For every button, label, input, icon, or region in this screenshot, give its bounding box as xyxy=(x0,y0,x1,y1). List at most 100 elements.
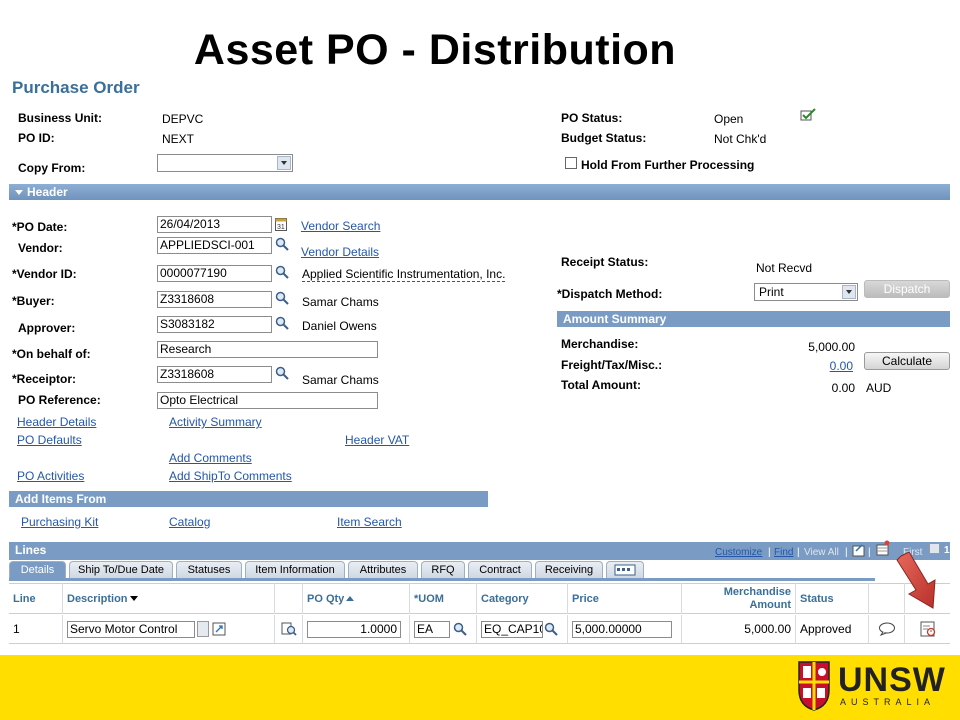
po-reference-label: PO Reference: xyxy=(18,393,101,407)
po-id-label: PO ID: xyxy=(18,131,55,145)
calculate-button[interactable]: Calculate xyxy=(864,352,950,370)
customize-link[interactable]: Customize xyxy=(715,547,762,558)
tab-ship-to-due-date[interactable]: Ship To/Due Date xyxy=(69,561,173,578)
tab-underline xyxy=(9,578,875,581)
description-input[interactable]: Servo Motor Control xyxy=(67,620,195,638)
row-description-cell: Servo Motor Control xyxy=(62,615,274,643)
vendor-name[interactable]: Applied Scientific Instrumentation, Inc. xyxy=(302,267,506,282)
copy-from-select[interactable] xyxy=(157,154,293,172)
tab-rfq[interactable]: RFQ xyxy=(421,561,465,578)
row-uom-cell: EA xyxy=(409,615,476,643)
find-link[interactable]: Find xyxy=(774,547,793,558)
search-icon[interactable] xyxy=(544,622,558,636)
item-search-link[interactable]: Item Search xyxy=(337,515,402,529)
row-qty-cell: 1.0000 xyxy=(302,615,409,643)
spin-button[interactable] xyxy=(197,621,209,637)
price-input[interactable]: 5,000.00000 xyxy=(572,620,672,638)
row-line: 1 xyxy=(13,622,20,636)
budget-status-value: Not Chk'd xyxy=(714,132,767,146)
calendar-icon[interactable]: 31 xyxy=(275,217,287,231)
show-all-columns-icon xyxy=(614,564,636,576)
vendor-input[interactable]: APPLIEDSCI-001 xyxy=(157,237,272,254)
unsw-crest-icon xyxy=(798,661,830,711)
header-vat-link[interactable]: Header VAT xyxy=(345,433,409,447)
vendor-id-input[interactable]: 0000077190 xyxy=(157,265,272,282)
receiptor-input[interactable]: Z3318608 xyxy=(157,366,272,383)
tab-contract[interactable]: Contract xyxy=(468,561,532,578)
catalog-link[interactable]: Catalog xyxy=(169,515,210,529)
dispatch-button[interactable]: Dispatch xyxy=(864,280,950,298)
row-status: Approved xyxy=(795,615,868,643)
tab-attributes[interactable]: Attributes xyxy=(348,561,418,578)
unsw-logo-subtitle: AUSTRALIA xyxy=(840,697,936,707)
search-icon[interactable] xyxy=(275,316,289,330)
dispatch-method-select[interactable]: Print xyxy=(754,283,858,301)
schedule-details-icon[interactable] xyxy=(920,621,936,637)
row-category-cell: EQ_CAP10 xyxy=(476,615,567,643)
tab-receiving[interactable]: Receiving xyxy=(535,561,603,578)
search-icon[interactable] xyxy=(275,265,289,279)
col-status: Status xyxy=(795,583,868,614)
po-activities-link[interactable]: PO Activities xyxy=(17,469,84,483)
approver-input[interactable]: S3083182 xyxy=(157,316,272,333)
header-section-bar[interactable]: Header xyxy=(9,184,950,200)
view-all-link[interactable]: View All xyxy=(804,547,839,558)
copy-from-label: Copy From: xyxy=(18,161,86,175)
purchasing-kit-link[interactable]: Purchasing Kit xyxy=(21,515,98,529)
header-details-link[interactable]: Header Details xyxy=(17,415,96,429)
add-shipto-comments-link[interactable]: Add ShipTo Comments xyxy=(169,469,292,483)
po-date-label: *PO Date: xyxy=(12,220,68,234)
add-items-bar[interactable]: Add Items From xyxy=(9,491,488,507)
tab-details[interactable]: Details xyxy=(9,561,66,578)
tab-item-information[interactable]: Item Information xyxy=(245,561,345,578)
row-price-cell: 5,000.00000 xyxy=(567,615,681,643)
activity-summary-link[interactable]: Activity Summary xyxy=(169,415,262,429)
search-icon[interactable] xyxy=(275,291,289,305)
freight-link[interactable]: 0.00 xyxy=(760,359,853,373)
search-icon[interactable] xyxy=(453,622,467,636)
item-lookup-icon[interactable] xyxy=(281,621,297,637)
buyer-name: Samar Chams xyxy=(302,295,379,309)
chevron-down-icon xyxy=(277,156,291,170)
vendor-id-label: *Vendor ID: xyxy=(12,267,77,281)
col-price: Price xyxy=(567,583,681,614)
col-description[interactable]: Description xyxy=(62,583,274,614)
separator: | xyxy=(797,547,800,558)
approver-name: Daniel Owens xyxy=(302,319,377,333)
grid-settings-icon[interactable] xyxy=(875,540,891,556)
row-merchandise-amount: 5,000.00 xyxy=(681,615,795,643)
add-comments-link[interactable]: Add Comments xyxy=(169,451,252,465)
slide-title: Asset PO - Distribution xyxy=(193,26,677,74)
buyer-input[interactable]: Z3318608 xyxy=(157,291,272,308)
on-behalf-input[interactable]: Research xyxy=(157,341,378,358)
hold-checkbox[interactable] xyxy=(565,157,577,169)
comment-bubble-icon[interactable] xyxy=(878,622,896,636)
chevron-down-icon xyxy=(842,285,856,299)
merchandise-value: 5,000.00 xyxy=(808,340,855,354)
tab-show-all-columns[interactable] xyxy=(606,561,644,578)
po-reference-input[interactable]: Opto Electrical xyxy=(157,392,378,409)
search-icon[interactable] xyxy=(275,237,289,251)
po-defaults-link[interactable]: PO Defaults xyxy=(17,433,82,447)
tab-statuses[interactable]: Statuses xyxy=(176,561,242,578)
category-input[interactable]: EQ_CAP10 xyxy=(481,620,543,638)
amount-summary-bar[interactable]: Amount Summary xyxy=(557,311,950,327)
vendor-details-link[interactable]: Vendor Details xyxy=(301,245,379,259)
download-icon[interactable] xyxy=(852,543,866,557)
approver-label: Approver: xyxy=(18,321,76,335)
uom-input[interactable]: EA xyxy=(414,620,450,638)
po-qty-input[interactable]: 1.0000 xyxy=(307,620,401,638)
expand-text-icon[interactable] xyxy=(212,622,226,636)
po-date-input[interactable]: 26/04/2013 xyxy=(157,216,272,233)
search-icon[interactable] xyxy=(275,366,289,380)
dispatch-method-label: *Dispatch Method: xyxy=(557,287,663,301)
total-amount-label: Total Amount: xyxy=(561,378,641,392)
vendor-search-link[interactable]: Vendor Search xyxy=(301,219,380,233)
po-status-value: Open xyxy=(714,112,744,126)
budget-status-label: Budget Status: xyxy=(561,131,647,145)
row-comments-cell xyxy=(868,615,904,643)
total-amount-value: 0.00 xyxy=(831,381,855,395)
col-po-qty[interactable]: PO Qty xyxy=(302,583,409,614)
lines-label: Lines xyxy=(15,543,47,557)
lines-tab-bar: Details Ship To/Due Date Statuses Item I… xyxy=(9,561,875,578)
